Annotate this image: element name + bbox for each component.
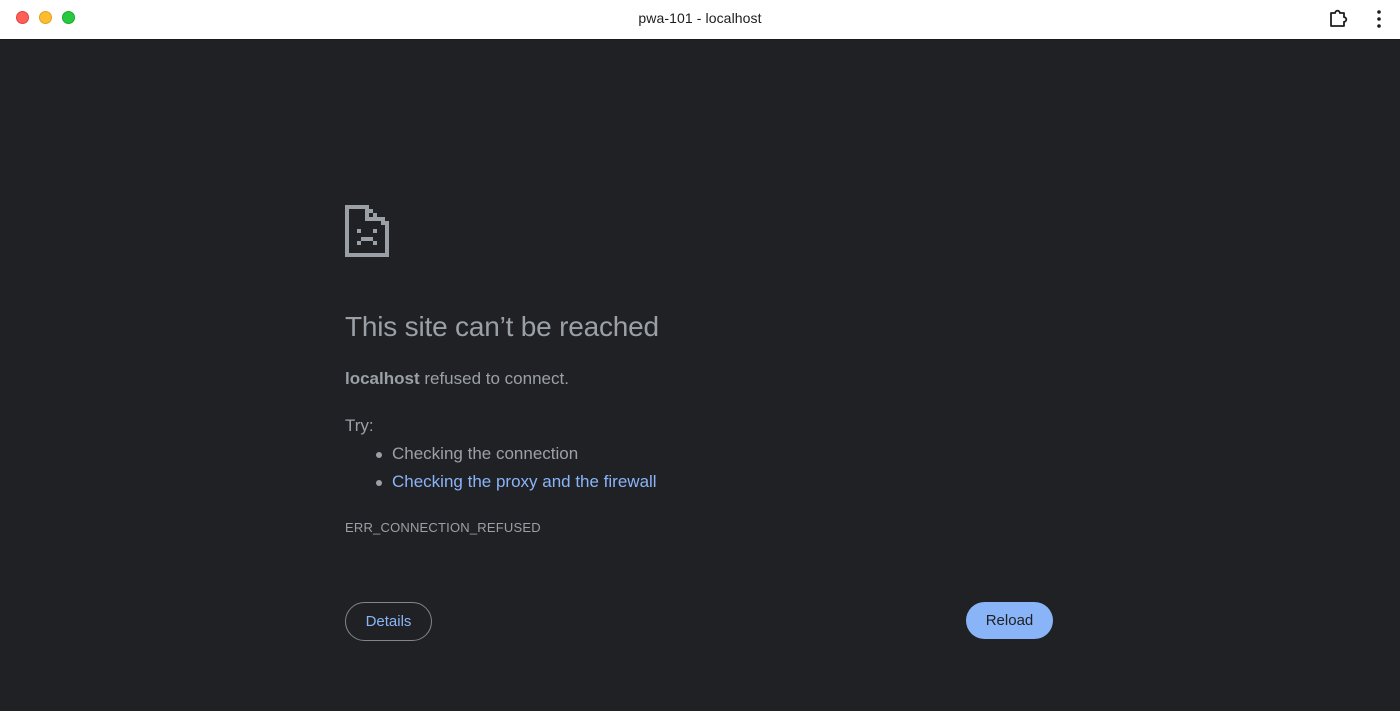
browser-window: pwa-101 - localhost This site can’t be r… (0, 0, 1400, 711)
title-bar: pwa-101 - localhost (0, 0, 1400, 40)
kebab-menu-icon[interactable] (1376, 9, 1382, 29)
try-label: Try: (345, 416, 374, 435)
error-heading: This site can’t be reached (345, 311, 659, 342)
suggestion-proxy-firewall-link[interactable]: Checking the proxy and the firewall (392, 472, 657, 491)
sad-page-icon (345, 205, 389, 257)
suggestions-list: Checking the connection Checking the pro… (345, 443, 657, 499)
bullet-icon (376, 480, 382, 486)
suggestion-item: Checking the proxy and the firewall (345, 471, 657, 499)
error-host: localhost (345, 369, 420, 388)
reload-button[interactable]: Reload (966, 602, 1053, 639)
puzzle-piece-icon[interactable] (1327, 7, 1349, 29)
window-title: pwa-101 - localhost (638, 10, 762, 26)
error-message: refused to connect. (419, 369, 569, 388)
bullet-icon (376, 452, 382, 458)
suggestion-check-connection: Checking the connection (392, 444, 579, 463)
error-code: ERR_CONNECTION_REFUSED (345, 520, 541, 535)
suggestion-item: Checking the connection (345, 443, 657, 471)
details-button[interactable]: Details (345, 602, 432, 641)
error-summary: localhost refused to connect. (345, 369, 569, 389)
